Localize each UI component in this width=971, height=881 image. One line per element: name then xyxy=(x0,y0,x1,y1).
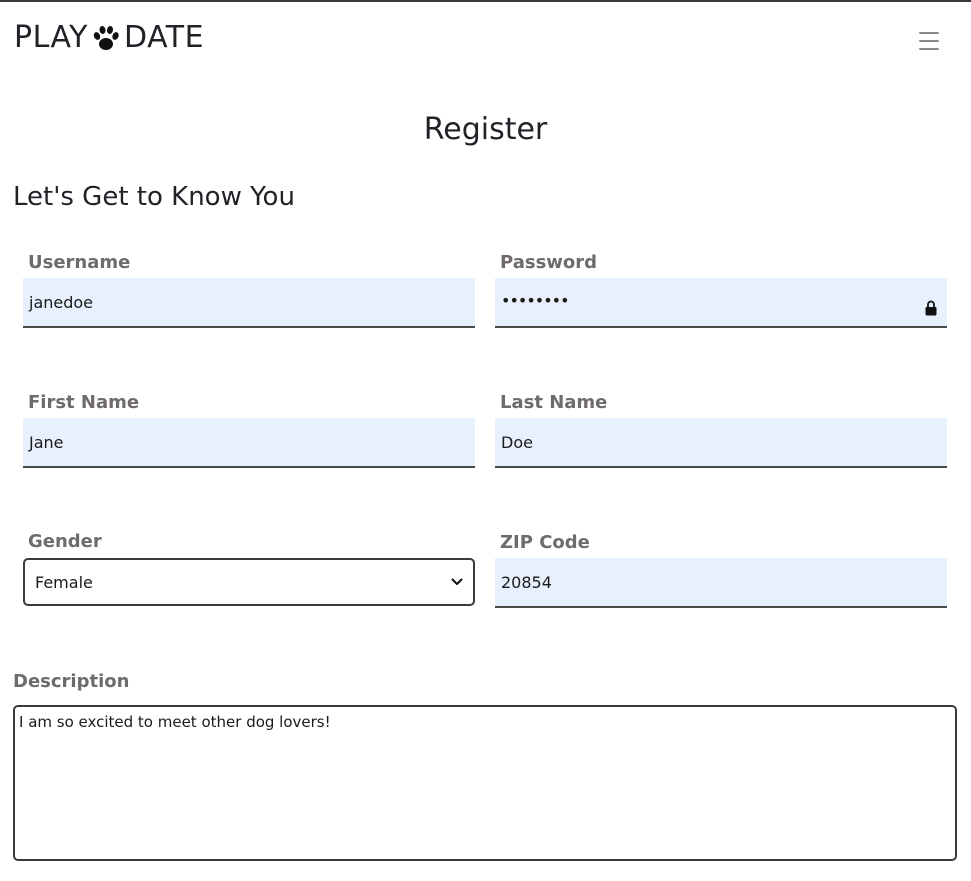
description-label: Description xyxy=(13,671,130,692)
first-name-value: Jane xyxy=(29,432,64,452)
page-title: Register xyxy=(423,112,548,147)
last-name-label: Last Name xyxy=(500,392,608,413)
zip-label: ZIP Code xyxy=(500,532,590,553)
description-value: I am so excited to meet other dog lovers… xyxy=(19,713,331,731)
password-input[interactable]: •••••••• xyxy=(495,278,947,328)
section-title: Let's Get to Know You xyxy=(13,182,295,212)
password-value: •••••••• xyxy=(501,291,569,310)
brand-logo[interactable]: PLAY DATE xyxy=(14,20,204,56)
hamburger-line xyxy=(919,40,939,42)
username-input[interactable]: janedoe xyxy=(23,278,475,328)
gender-select[interactable]: Female xyxy=(23,558,475,606)
zip-value: 20854 xyxy=(501,572,552,592)
paw-icon xyxy=(93,26,119,50)
first-name-label: First Name xyxy=(28,392,140,413)
navbar: PLAY DATE xyxy=(0,2,971,76)
brand-text-left: PLAY xyxy=(14,20,89,55)
username-label: Username xyxy=(28,252,131,273)
username-value: janedoe xyxy=(29,292,94,312)
brand-text-right: DATE xyxy=(124,20,205,55)
last-name-input[interactable]: Doe xyxy=(495,418,947,468)
hamburger-menu-icon[interactable] xyxy=(910,30,948,52)
lock-icon[interactable] xyxy=(925,300,937,316)
zip-input[interactable]: 20854 xyxy=(495,558,947,608)
first-name-input[interactable]: Jane xyxy=(23,418,475,468)
gender-value: Female xyxy=(35,572,93,592)
hamburger-line xyxy=(919,48,939,50)
chevron-down-icon xyxy=(451,578,463,585)
description-textarea[interactable]: I am so excited to meet other dog lovers… xyxy=(13,705,957,861)
last-name-value: Doe xyxy=(501,432,533,452)
hamburger-line xyxy=(919,32,939,34)
gender-label: Gender xyxy=(28,531,102,552)
password-label: Password xyxy=(500,252,598,273)
